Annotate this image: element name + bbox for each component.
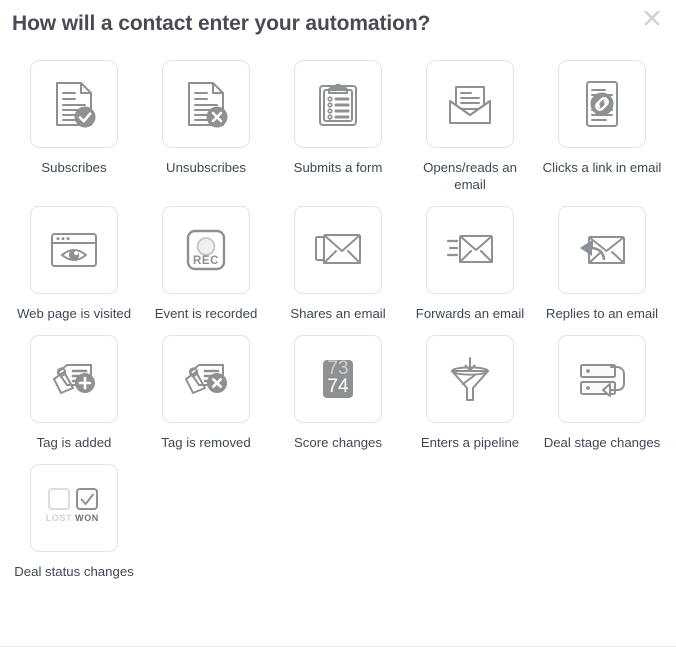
close-icon <box>642 8 662 28</box>
clipboard-form-icon <box>307 73 369 135</box>
page-title: How will a contact enter your automation… <box>12 11 431 35</box>
deal-status-lost-label: LOST <box>46 513 72 523</box>
trigger-label: Deal status changes <box>14 564 134 579</box>
trigger-option-event-is-recorded[interactable]: REC Event is recorded <box>140 206 272 322</box>
browser-eye-icon <box>43 219 105 281</box>
reply-envelope-icon <box>571 219 633 281</box>
score-counter-icon: 73 74 <box>307 348 369 410</box>
trigger-label: Deal stage changes <box>543 435 661 450</box>
trigger-card[interactable] <box>558 206 646 294</box>
trigger-option-subscribes[interactable]: Subscribes <box>8 60 140 193</box>
trigger-label: Subscribes <box>41 160 107 175</box>
trigger-option-web-page-is-visited[interactable]: Web page is visited <box>8 206 140 322</box>
document-link-icon <box>571 73 633 135</box>
trigger-label: Submits a form <box>293 160 383 175</box>
forward-envelope-icon <box>439 219 501 281</box>
trigger-card[interactable] <box>30 206 118 294</box>
trigger-option-deal-status-changes[interactable]: LOST WON Deal status changes <box>8 464 140 580</box>
score-new-value: 74 <box>327 376 349 397</box>
trigger-card[interactable] <box>426 335 514 423</box>
trigger-option-score-changes[interactable]: 73 74 Score changes <box>272 335 404 451</box>
trigger-card[interactable] <box>162 60 250 148</box>
trigger-card[interactable] <box>30 60 118 148</box>
funnel-icon <box>439 348 501 410</box>
trigger-card[interactable]: LOST WON <box>30 464 118 552</box>
trigger-card[interactable] <box>426 206 514 294</box>
trigger-option-submits-a-form[interactable]: Submits a form <box>272 60 404 193</box>
trigger-label: Opens/reads an email <box>423 160 517 192</box>
open-envelope-icon <box>439 73 501 135</box>
trigger-label: Replies to an email <box>545 306 659 321</box>
trigger-card[interactable] <box>162 335 250 423</box>
trigger-label: Score changes <box>294 435 382 450</box>
trigger-card[interactable] <box>558 335 646 423</box>
document-x-icon <box>175 73 237 135</box>
trigger-option-tag-is-removed[interactable]: Tag is removed <box>140 335 272 451</box>
deal-status-won-label: WON <box>75 513 99 523</box>
trigger-card[interactable] <box>30 335 118 423</box>
trigger-label: Web page is visited <box>16 306 132 321</box>
trigger-card[interactable]: REC <box>162 206 250 294</box>
rec-label: REC <box>193 255 219 267</box>
trigger-option-shares-an-email[interactable]: Shares an email <box>272 206 404 322</box>
trigger-option-deal-stage-changes[interactable]: Deal stage changes <box>536 335 668 451</box>
trigger-option-tag-is-added[interactable]: Tag is added <box>8 335 140 451</box>
tag-x-icon <box>175 348 237 410</box>
close-button[interactable] <box>639 5 665 31</box>
trigger-option-unsubscribes[interactable]: Unsubscribes <box>140 60 272 193</box>
trigger-label: Forwards an email <box>415 306 525 321</box>
trigger-label: Enters a pipeline <box>420 435 520 450</box>
trigger-option-replies-to-an-email[interactable]: Replies to an email <box>536 206 668 322</box>
document-check-icon <box>43 73 105 135</box>
trigger-label: Event is recorded <box>154 306 258 321</box>
trigger-card[interactable] <box>558 60 646 148</box>
trigger-card[interactable] <box>294 206 382 294</box>
tag-plus-icon <box>43 348 105 410</box>
record-button-icon: REC <box>175 219 237 281</box>
trigger-label: Tag is added <box>36 435 112 450</box>
trigger-label: Clicks a link in email <box>542 160 662 175</box>
trigger-label: Unsubscribes <box>166 160 246 175</box>
trigger-grid: Subscribes Unsubscribes Submits a form O… <box>8 60 672 593</box>
trigger-option-forwards-an-email[interactable]: Forwards an email <box>404 206 536 322</box>
trigger-card[interactable] <box>426 60 514 148</box>
deal-status-icon: LOST WON <box>43 477 105 539</box>
trigger-label: Shares an email <box>290 306 386 321</box>
modal-header: How will a contact enter your automation… <box>0 0 676 47</box>
trigger-option-clicks-a-link-in-email[interactable]: Clicks a link in email <box>536 60 668 193</box>
deal-stage-icon <box>571 348 633 410</box>
trigger-card[interactable]: 73 74 <box>294 335 382 423</box>
share-envelopes-icon <box>307 219 369 281</box>
trigger-card[interactable] <box>294 60 382 148</box>
trigger-option-enters-a-pipeline[interactable]: Enters a pipeline <box>404 335 536 451</box>
trigger-label: Tag is removed <box>161 435 251 450</box>
trigger-option-opens-reads-an-email[interactable]: Opens/reads an email <box>404 60 536 193</box>
